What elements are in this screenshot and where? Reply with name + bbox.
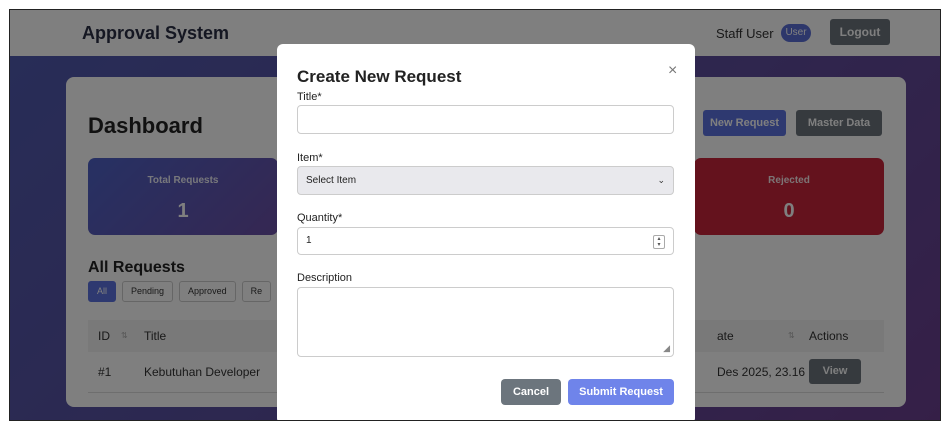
quantity-stepper[interactable]: 1 ▴ ▾ [297, 227, 674, 255]
description-textarea[interactable]: ◢ [297, 287, 674, 357]
spinner-icon[interactable]: ▴ ▾ [653, 235, 665, 249]
item-select[interactable]: Select Item ⌄ [297, 166, 674, 195]
cancel-button[interactable]: Cancel [501, 379, 561, 405]
chevron-down-icon: ⌄ [657, 175, 665, 185]
resize-grip-icon[interactable]: ◢ [663, 343, 670, 354]
description-label: Description [297, 272, 353, 284]
title-input[interactable] [297, 105, 674, 134]
create-request-modal: Create New Request × Title* Item* Select… [277, 44, 695, 420]
modal-title: Create New Request [297, 67, 462, 86]
close-icon[interactable]: × [668, 62, 677, 80]
quantity-value: 1 [306, 235, 312, 246]
title-label: Title* [297, 91, 322, 103]
app-window: Approval System Staff User User Logout D… [9, 9, 941, 421]
quantity-label: Quantity* [297, 212, 343, 224]
item-label: Item* [297, 152, 323, 164]
submit-request-button[interactable]: Submit Request [568, 379, 674, 405]
item-select-value: Select Item [306, 175, 357, 186]
